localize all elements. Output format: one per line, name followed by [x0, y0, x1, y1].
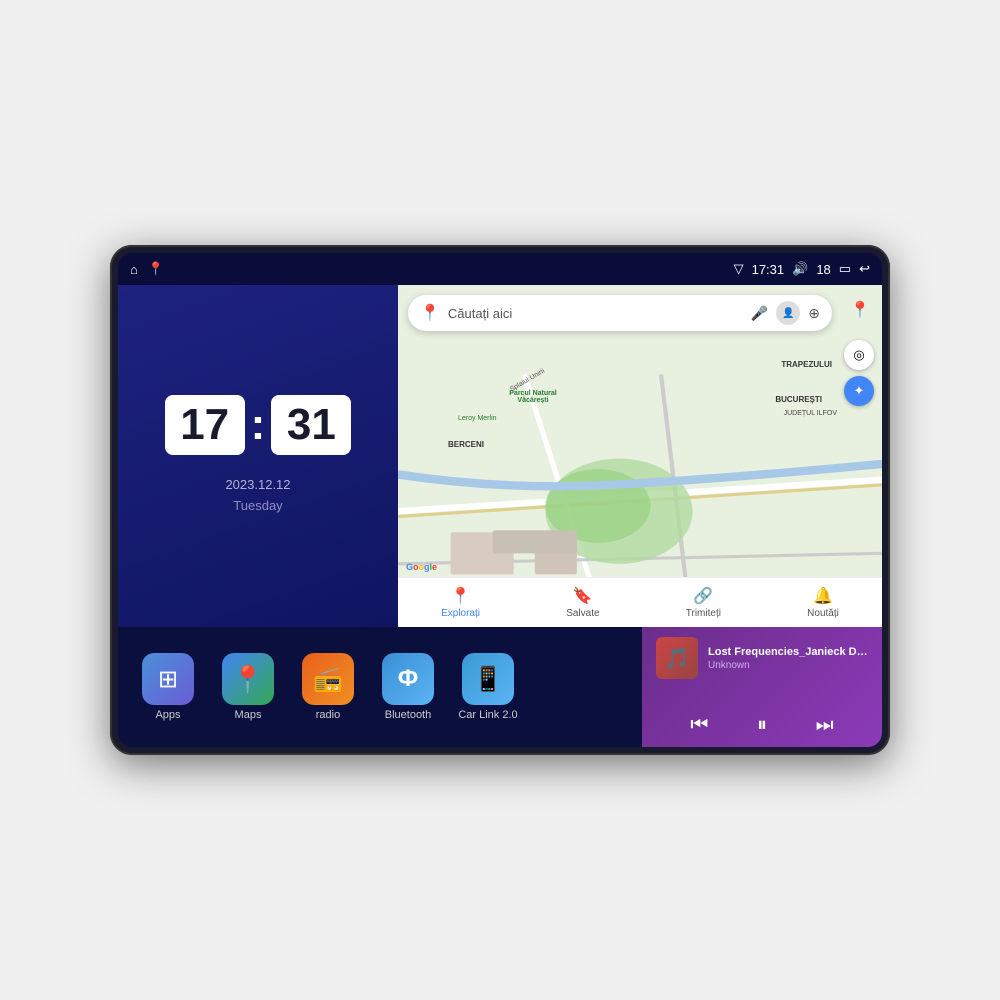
battery-icon: ▭	[839, 261, 851, 277]
user-avatar[interactable]: 👤	[776, 301, 800, 325]
explorați-icon: 📍	[451, 586, 471, 606]
status-time: 17:31	[752, 262, 785, 277]
bucuresti-label: BUCUREȘTI	[775, 395, 822, 404]
music-area: 🎵 Lost Frequencies_Janieck Devy-... Unkn…	[642, 627, 882, 747]
carlink-label: Car Link 2.0	[458, 709, 517, 721]
clock-date-value: 2023.12.12	[225, 475, 290, 496]
music-artist: Unknown	[708, 660, 868, 671]
radio-label: radio	[316, 709, 340, 721]
map-panel[interactable]: 📍 Căutați aici 🎤 👤 ⊕ TRAPEZULUI BUCUREȘT…	[398, 285, 882, 627]
music-controls: ⏮ ⏸ ⏭	[656, 714, 868, 737]
noutăți-label: Noutăți	[807, 608, 839, 619]
app-item-radio[interactable]: 📻 radio	[298, 653, 358, 721]
status-left-icons: ⌂ 📍	[130, 261, 164, 277]
clock-panel: 17 : 31 2023.12.12 Tuesday	[118, 285, 398, 627]
main-content: 17 : 31 2023.12.12 Tuesday	[118, 285, 882, 747]
berceni-label: BERCENI	[448, 440, 484, 449]
apps-icon: ⊞	[142, 653, 194, 705]
music-title: Lost Frequencies_Janieck Devy-...	[708, 646, 868, 658]
bluetooth-label: Bluetooth	[385, 709, 431, 721]
status-bar: ⌂ 📍 ▽ 17:31 🔊 18 ▭ ↩	[118, 253, 882, 285]
map-tab-explorați[interactable]: 📍 Explorați	[441, 586, 480, 619]
app-item-apps[interactable]: ⊞ Apps	[138, 653, 198, 721]
clock-colon: :	[251, 403, 266, 447]
map-search-input[interactable]: Căutați aici	[448, 306, 743, 321]
compass-icon[interactable]: ⊕	[808, 305, 820, 322]
map-tab-trimiteți[interactable]: 🔗 Trimiteți	[686, 586, 721, 619]
app-item-carlink[interactable]: 📱 Car Link 2.0	[458, 653, 518, 721]
trimiteți-icon: 🔗	[693, 586, 713, 606]
music-text: Lost Frequencies_Janieck Devy-... Unknow…	[708, 646, 868, 671]
map-right-controls: ◎ ✦	[844, 340, 874, 406]
music-thumbnail: 🎵	[656, 637, 698, 679]
clock-date: 2023.12.12 Tuesday	[225, 475, 290, 517]
map-tabs: 📍 Explorați 🔖 Salvate 🔗 Trimiteți �	[398, 577, 882, 627]
bluetooth-icon: Ф	[382, 653, 434, 705]
back-icon[interactable]: ↩	[859, 261, 870, 277]
app-item-maps[interactable]: 📍 Maps	[218, 653, 278, 721]
salvate-icon: 🔖	[573, 586, 593, 606]
maps-status-icon[interactable]: 📍	[148, 261, 164, 277]
map-tab-noutăți[interactable]: 🔔 Noutăți	[807, 586, 839, 619]
google-logo: Google	[406, 562, 437, 572]
trimiteți-label: Trimiteți	[686, 608, 721, 619]
apps-area: ⊞ Apps 📍 Maps 📻	[118, 627, 642, 747]
status-right-icons: ▽ 17:31 🔊 18 ▭ ↩	[734, 261, 870, 277]
clock-display: 17 : 31	[165, 395, 352, 455]
explorați-label: Explorați	[441, 608, 480, 619]
music-play-button[interactable]: ⏸	[757, 714, 767, 737]
music-prev-button[interactable]: ⏮	[690, 714, 708, 737]
clock-minutes: 31	[271, 395, 351, 455]
clock-day: Tuesday	[225, 496, 290, 517]
device-frame: ⌂ 📍 ▽ 17:31 🔊 18 ▭ ↩ 17 :	[110, 245, 890, 755]
map-tab-salvate[interactable]: 🔖 Salvate	[566, 586, 599, 619]
maps-pin-icon: 📍	[420, 303, 440, 323]
carlink-icon: 📱	[462, 653, 514, 705]
music-info: 🎵 Lost Frequencies_Janieck Devy-... Unkn…	[656, 637, 868, 679]
leroy-label: Leroy Merlin	[458, 415, 497, 422]
maps-label: Maps	[235, 709, 262, 721]
microphone-icon[interactable]: 🎤	[751, 305, 768, 322]
volume-icon: 🔊	[792, 261, 808, 277]
parcul-label: Parcul Natural Văcărești	[498, 390, 568, 404]
maps-icon: 📍	[222, 653, 274, 705]
map-navigate-btn[interactable]: ✦	[844, 376, 874, 406]
music-next-button[interactable]: ⏭	[816, 714, 834, 737]
volume-level: 18	[816, 262, 830, 277]
app-item-bluetooth[interactable]: Ф Bluetooth	[378, 653, 438, 721]
home-icon[interactable]: ⌂	[130, 262, 138, 277]
salvate-label: Salvate	[566, 608, 599, 619]
trapezului-label: TRAPEZULUI	[781, 360, 832, 369]
signal-icon: ▽	[734, 261, 744, 277]
device-screen: ⌂ 📍 ▽ 17:31 🔊 18 ▭ ↩ 17 :	[118, 253, 882, 747]
judet-label: JUDEȚUL ILFOV	[784, 410, 837, 417]
radio-icon: 📻	[302, 653, 354, 705]
clock-hours: 17	[165, 395, 245, 455]
map-location-btn[interactable]: ◎	[844, 340, 874, 370]
apps-label: Apps	[155, 709, 180, 721]
top-section: 17 : 31 2023.12.12 Tuesday	[118, 285, 882, 627]
noutăți-icon: 🔔	[813, 586, 833, 606]
map-red-pin: 📍	[850, 300, 870, 320]
bottom-section: ⊞ Apps 📍 Maps 📻	[118, 627, 882, 747]
map-search-bar[interactable]: 📍 Căutați aici 🎤 👤 ⊕	[408, 295, 832, 331]
